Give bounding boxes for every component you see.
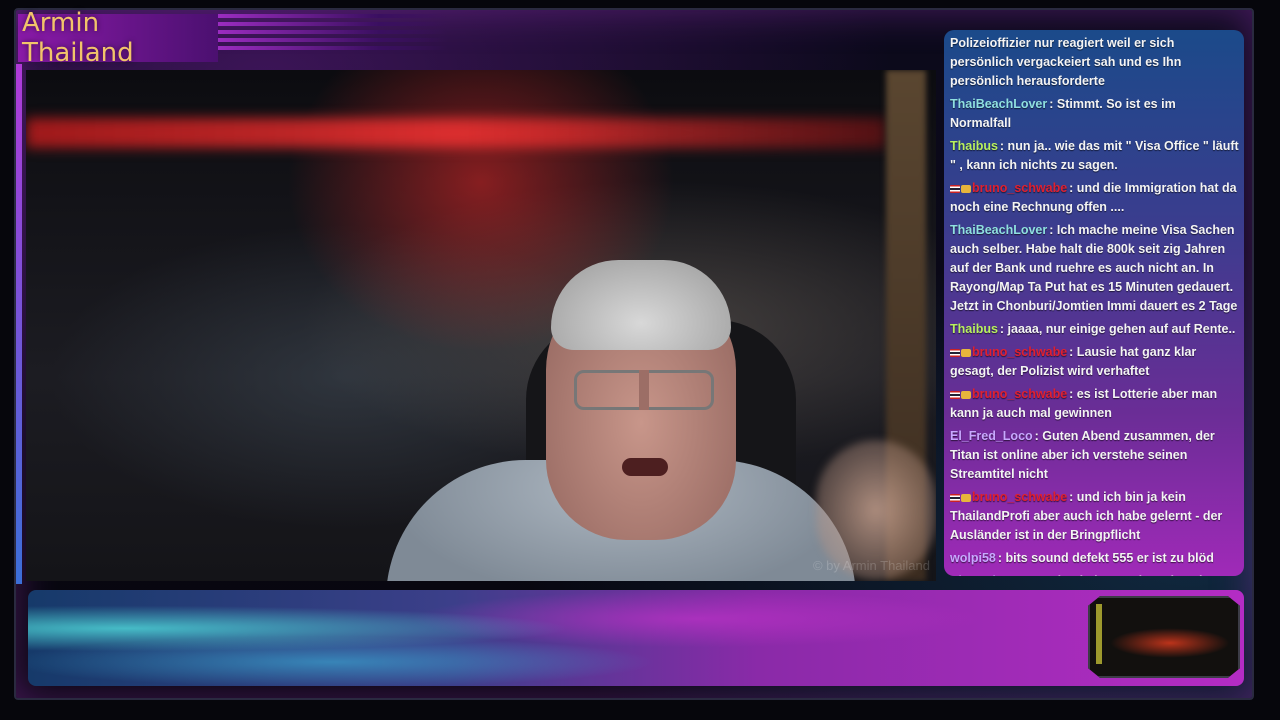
chat-username[interactable]: Thaibus bbox=[950, 322, 998, 336]
video-watermark: © by Armin Thailand bbox=[812, 558, 930, 573]
chat-message-text: : bits sound defekt 555 er ist zu blöd bbox=[997, 551, 1214, 565]
streamer-mouth bbox=[622, 458, 668, 476]
chat-message: El_Fred_Loco: Guten Abend zusammen, der … bbox=[950, 427, 1240, 484]
chat-message: bruno_schwabe: und ich bin ja kein Thail… bbox=[950, 488, 1240, 545]
chat-message-text: : jaaaa, nur einige gehen auf auf Rente.… bbox=[999, 322, 1236, 336]
chat-message: Thaibus: jaaaa, nur einige gehen auf auf… bbox=[950, 320, 1240, 339]
stream-title: Armin Thailand bbox=[22, 8, 134, 68]
thai-flag-icon bbox=[950, 390, 960, 399]
chat-message: ThaiBeachLover: Stimmt. So ist es im Nor… bbox=[950, 95, 1240, 133]
thai-flag-icon bbox=[950, 184, 960, 193]
streamer-glasses bbox=[574, 370, 714, 410]
chat-username[interactable]: wolpi58 bbox=[950, 551, 996, 565]
chat-username[interactable]: El_Fred_Loco bbox=[950, 574, 1033, 576]
chat-message: Polizeioffizier nur reagiert weil er sic… bbox=[950, 34, 1240, 91]
chat-message: bruno_schwabe: es ist Lotterie aber man … bbox=[950, 385, 1240, 423]
webcam-video: © by Armin Thailand bbox=[26, 70, 936, 581]
chat-username[interactable]: bruno_schwabe bbox=[972, 490, 1067, 504]
secondary-camera-edge bbox=[1096, 604, 1102, 664]
frame-side-glow bbox=[16, 64, 22, 584]
streamer-hair bbox=[551, 260, 731, 350]
secondary-camera-light bbox=[1110, 628, 1230, 658]
chat-message: El_Fred_Loco: Sein Titel: zurück zu den … bbox=[950, 572, 1240, 576]
chat-username[interactable]: ThaiBeachLover bbox=[950, 97, 1047, 111]
secondary-camera bbox=[1088, 596, 1240, 678]
chat-message: Thaibus: nun ja.. wie das mit " Visa Off… bbox=[950, 137, 1240, 175]
subscriber-badge-icon bbox=[961, 390, 971, 399]
background-red-light bbox=[26, 118, 886, 148]
bottom-banner bbox=[28, 590, 1244, 686]
thai-flag-icon bbox=[950, 493, 960, 502]
subscriber-badge-icon bbox=[961, 493, 971, 502]
stream-title-bar: Armin Thailand bbox=[18, 8, 218, 68]
chat-panel[interactable]: Polizeioffizier nur reagiert weil er sic… bbox=[944, 30, 1244, 576]
subscriber-badge-icon bbox=[961, 348, 971, 357]
chat-message: bruno_schwabe: Lausie hat ganz klar gesa… bbox=[950, 343, 1240, 381]
chat-username[interactable]: bruno_schwabe bbox=[972, 181, 1067, 195]
chat-username[interactable]: El_Fred_Loco bbox=[950, 429, 1033, 443]
chat-message: wolpi58: bits sound defekt 555 er ist zu… bbox=[950, 549, 1240, 568]
chat-username[interactable]: Thaibus bbox=[950, 139, 998, 153]
chat-username[interactable]: bruno_schwabe bbox=[972, 387, 1067, 401]
chat-message: ThaiBeachLover: Ich mache meine Visa Sac… bbox=[950, 221, 1240, 316]
chat-message: bruno_schwabe: und die Immigration hat d… bbox=[950, 179, 1240, 217]
title-decoration bbox=[218, 14, 448, 64]
subscriber-badge-icon bbox=[961, 184, 971, 193]
chat-username[interactable]: ThaiBeachLover bbox=[950, 223, 1047, 237]
thai-flag-icon bbox=[950, 348, 960, 357]
chat-username[interactable]: bruno_schwabe bbox=[972, 345, 1067, 359]
chat-message-text: Polizeioffizier nur reagiert weil er sic… bbox=[950, 36, 1182, 88]
